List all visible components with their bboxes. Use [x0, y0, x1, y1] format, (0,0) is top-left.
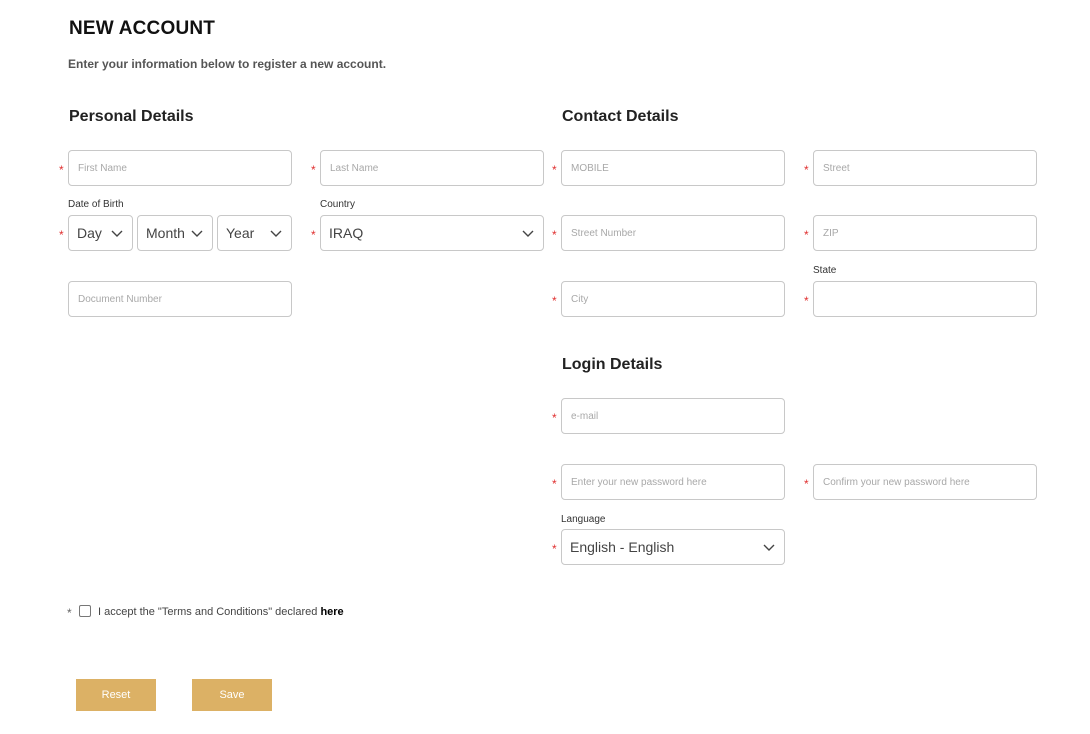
chevron-down-icon — [270, 230, 282, 237]
zip-field[interactable] — [813, 215, 1037, 251]
document-number-field[interactable] — [68, 281, 292, 317]
street-number-field[interactable] — [561, 215, 785, 251]
city-field[interactable] — [561, 281, 785, 317]
page-title: NEW ACCOUNT — [69, 18, 216, 39]
email-field[interactable] — [561, 398, 785, 434]
page-subtitle: Enter your information below to register… — [68, 57, 387, 71]
required-marker: * — [552, 542, 557, 556]
terms-text: I accept the "Terms and Conditions" decl… — [98, 606, 344, 618]
login-details-title: Login Details — [562, 356, 663, 373]
last-name-field[interactable] — [320, 150, 544, 186]
chevron-down-icon — [522, 230, 534, 237]
required-marker: * — [552, 294, 557, 308]
required-marker: * — [59, 163, 64, 177]
terms-link[interactable]: here — [320, 606, 343, 618]
state-label: State — [813, 265, 837, 276]
required-marker: * — [552, 163, 557, 177]
required-marker: * — [804, 294, 809, 308]
chevron-down-icon — [763, 544, 775, 551]
save-button[interactable]: Save — [192, 679, 272, 711]
terms-checkbox[interactable] — [79, 605, 91, 617]
required-marker: * — [804, 163, 809, 177]
country-label: Country — [320, 199, 356, 210]
first-name-field[interactable] — [68, 150, 292, 186]
country-select-value: IRAQ — [329, 225, 364, 241]
language-label: Language — [561, 514, 606, 525]
chevron-down-icon — [191, 230, 203, 237]
year-select-value: Year — [226, 225, 255, 241]
dob-label: Date of Birth — [68, 199, 124, 210]
required-marker: * — [552, 228, 557, 242]
country-select[interactable]: IRAQ — [320, 215, 544, 251]
reset-button[interactable]: Reset — [76, 679, 156, 711]
year-select[interactable]: Year — [217, 215, 292, 251]
month-select-value: Month — [146, 225, 185, 241]
day-select[interactable]: Day — [68, 215, 133, 251]
required-marker: * — [552, 477, 557, 491]
required-marker: * — [311, 163, 316, 177]
required-marker: * — [59, 228, 64, 242]
personal-details-title: Personal Details — [69, 108, 194, 125]
confirm-password-field[interactable] — [813, 464, 1037, 500]
required-marker: * — [67, 606, 72, 620]
required-marker: * — [804, 477, 809, 491]
contact-details-title: Contact Details — [562, 108, 679, 125]
language-select-value: English - English — [570, 539, 675, 555]
month-select[interactable]: Month — [137, 215, 213, 251]
street-field[interactable] — [813, 150, 1037, 186]
terms-label: I accept the "Terms and Conditions" decl… — [98, 606, 321, 618]
mobile-field[interactable] — [561, 150, 785, 186]
state-field[interactable] — [813, 281, 1037, 317]
required-marker: * — [804, 228, 809, 242]
language-select[interactable]: English - English — [561, 529, 785, 565]
chevron-down-icon — [111, 230, 123, 237]
required-marker: * — [552, 411, 557, 425]
required-marker: * — [311, 228, 316, 242]
password-field[interactable] — [561, 464, 785, 500]
day-select-value: Day — [77, 225, 102, 241]
